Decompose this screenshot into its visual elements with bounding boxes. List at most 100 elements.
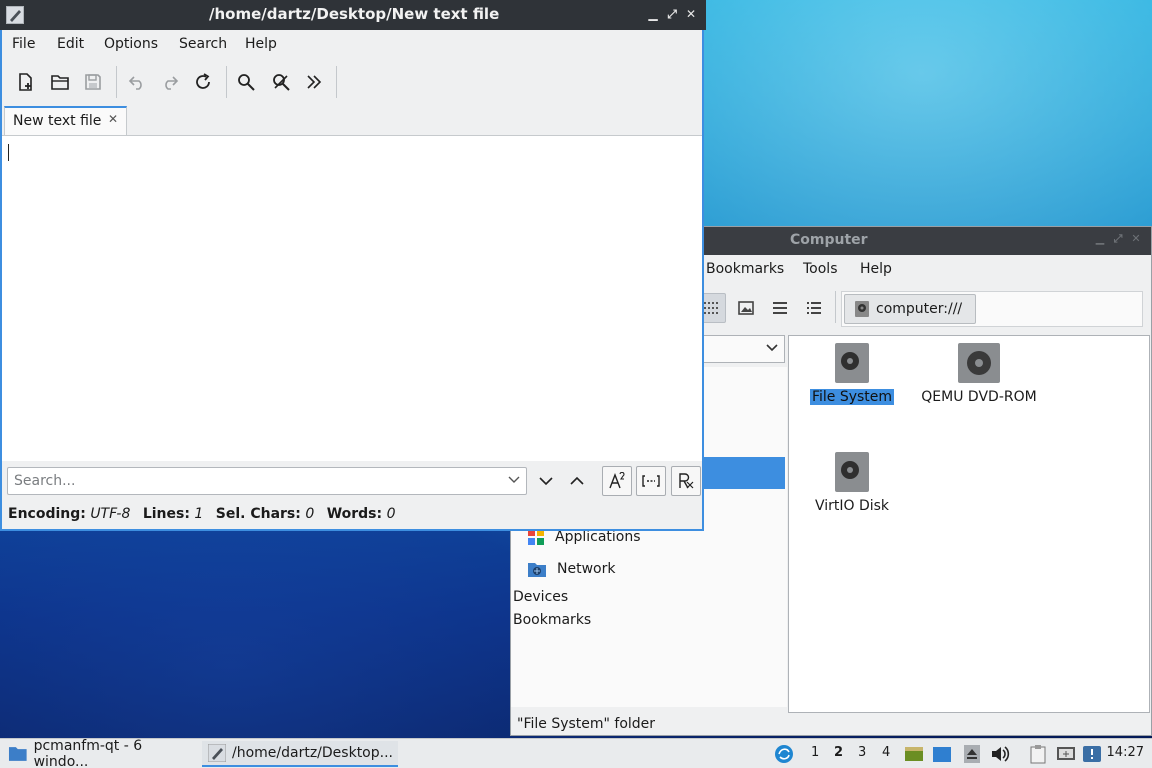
find-next-button[interactable] <box>531 466 561 496</box>
folder-icon <box>8 747 27 761</box>
regex-button[interactable] <box>671 466 701 496</box>
status-bar-text: "File System" folder <box>517 716 656 732</box>
minimize-icon[interactable]: ▁ <box>646 6 660 22</box>
menu-help[interactable]: Help <box>860 261 892 277</box>
undo-icon <box>128 76 142 90</box>
disk-icon <box>835 452 869 492</box>
volume-icon[interactable] <box>990 744 1010 764</box>
sidebar-item-network[interactable]: Network <box>527 560 615 578</box>
whole-word-icon <box>642 475 660 487</box>
menu-bookmarks[interactable]: Bookmarks <box>706 261 784 277</box>
open-file-button[interactable] <box>46 67 74 97</box>
path-bar[interactable]: computer:/// <box>841 291 1143 327</box>
desktop-switch-1[interactable]: 1 <box>811 745 819 760</box>
task-label: pcmanfm-qt - 6 windo... <box>33 738 143 768</box>
encoding-label: Encoding: <box>8 506 86 522</box>
eject-icon[interactable] <box>962 744 982 764</box>
whole-word-button[interactable] <box>636 466 666 496</box>
taskbar-item-pcmanfm[interactable]: pcmanfm-qt - 6 windo... <box>2 738 198 768</box>
menu-edit[interactable]: Edit <box>57 36 84 52</box>
taskbar-item-editor[interactable]: /home/dartz/Desktop... <box>202 741 398 767</box>
text-editing-area[interactable] <box>2 135 702 461</box>
grid-icon <box>704 302 718 314</box>
more-tools-button[interactable] <box>300 67 328 97</box>
lines-label: Lines: <box>142 506 190 522</box>
find-previous-button[interactable] <box>562 466 592 496</box>
dvd-icon <box>958 343 1000 383</box>
sel-chars-label: Sel. Chars: <box>215 506 301 522</box>
lines-icon <box>773 302 787 314</box>
text-editor-window[interactable]: /home/dartz/Desktop/New text file ▁ ⤢ ✕ … <box>0 0 706 531</box>
new-file-icon <box>19 73 32 91</box>
toolbar-separator <box>835 291 836 323</box>
thumbnail-view-button[interactable] <box>732 293 760 323</box>
tab-new-text-file[interactable]: New text file ✕ <box>4 106 127 136</box>
editor-menubar: File Edit Options Search Help <box>2 32 702 58</box>
sidebar-item-label: Applications <box>555 529 641 545</box>
sidebar-header-devices[interactable]: Devices <box>513 589 568 605</box>
compact-view-button[interactable] <box>766 293 794 323</box>
minimize-icon[interactable]: ▁ <box>1093 232 1107 246</box>
file-item-virtio-disk[interactable]: VirtIO Disk <box>792 452 912 514</box>
chevron-down-icon <box>508 476 520 483</box>
network-folder-icon <box>528 563 546 577</box>
sidebar-header-bookmarks[interactable]: Bookmarks <box>513 612 591 628</box>
words-value: 0 <box>386 506 396 522</box>
search-placeholder: Search... <box>14 473 76 489</box>
notification-icon[interactable] <box>1082 744 1102 764</box>
save-icon <box>85 74 101 90</box>
path-text: computer:/// <box>876 301 963 317</box>
image-icon <box>738 301 754 315</box>
desktop-switch-2[interactable]: 2 <box>834 745 843 760</box>
menu-tools[interactable]: Tools <box>803 261 838 277</box>
double-chevron-right-icon <box>307 75 322 89</box>
window-icon[interactable] <box>932 744 952 764</box>
lines-value: 1 <box>194 506 204 522</box>
search-input[interactable]: Search... <box>7 467 527 495</box>
tab-label: New text file <box>13 113 102 129</box>
save-button[interactable] <box>79 67 107 97</box>
file-item-qemu-dvd-rom[interactable]: QEMU DVD-ROM <box>919 343 1039 405</box>
maximize-icon[interactable]: ⤢ <box>1111 232 1125 246</box>
show-desktop-icon[interactable] <box>904 744 924 764</box>
sidebar-item-label: Network <box>557 561 616 577</box>
search-icon <box>238 74 255 91</box>
close-icon[interactable]: ✕ <box>1129 232 1143 246</box>
path-button[interactable]: computer:/// <box>844 294 976 324</box>
desktop-switch-3[interactable]: 3 <box>858 745 866 760</box>
menu-search[interactable]: Search <box>179 36 227 52</box>
sel-chars-value: 0 <box>305 506 315 522</box>
editor-titlebar[interactable]: /home/dartz/Desktop/New text file ▁ ⤢ ✕ <box>0 0 706 30</box>
toolbar-separator <box>336 66 337 98</box>
match-case-button[interactable] <box>602 466 632 496</box>
text-caret <box>8 144 9 161</box>
clear-highlights-button[interactable] <box>267 67 295 97</box>
editor-app-icon <box>208 744 226 762</box>
lxqt-icon[interactable] <box>774 744 794 764</box>
file-view[interactable]: File System QEMU DVD-ROM VirtIO Disk <box>788 335 1150 713</box>
reload-button[interactable] <box>189 67 217 97</box>
chevron-down-icon <box>539 477 553 486</box>
network-status-icon[interactable] <box>1056 744 1076 764</box>
clock[interactable]: 14:27 <box>1107 745 1144 760</box>
clipboard-icon[interactable] <box>1028 744 1048 764</box>
chevron-up-icon <box>570 476 584 485</box>
redo-button[interactable] <box>156 67 184 97</box>
detailed-view-button[interactable] <box>800 293 828 323</box>
file-manager-title: Computer <box>790 232 868 248</box>
menu-options[interactable]: Options <box>104 36 158 52</box>
chevron-down-icon <box>766 344 778 352</box>
menu-help[interactable]: Help <box>245 36 277 52</box>
find-button[interactable] <box>232 67 260 97</box>
toolbar-separator <box>116 66 117 98</box>
file-item-file-system[interactable]: File System <box>792 343 912 405</box>
maximize-icon[interactable]: ⤢ <box>665 6 679 22</box>
tab-close-icon[interactable]: ✕ <box>108 112 118 126</box>
close-icon[interactable]: ✕ <box>684 6 698 22</box>
desktop-switch-4[interactable]: 4 <box>882 745 890 760</box>
menu-file[interactable]: File <box>12 36 35 52</box>
undo-button[interactable] <box>123 67 151 97</box>
editor-status-bar: Encoding: UTF-8 Lines: 1 Sel. Chars: 0 W… <box>8 506 403 522</box>
match-case-icon <box>609 472 625 489</box>
new-file-button[interactable] <box>12 67 40 97</box>
